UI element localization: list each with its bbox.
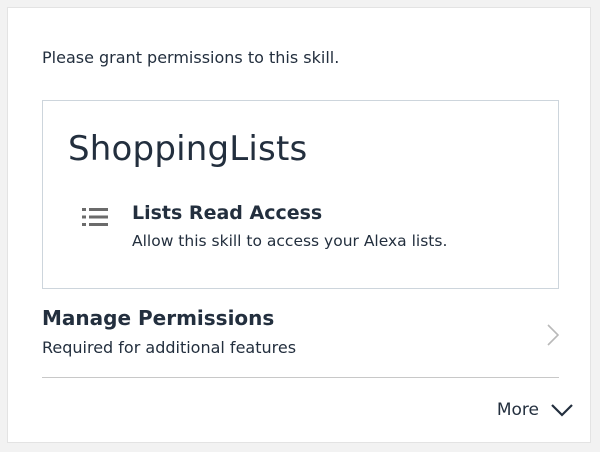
manage-permissions-row[interactable]: Manage Permissions Required for addition… (42, 306, 559, 378)
manage-permissions-title: Manage Permissions (42, 306, 275, 330)
more-label: More (496, 400, 539, 420)
list-icon (82, 208, 108, 226)
permission-prompt: Please grant permissions to this skill. (42, 48, 340, 67)
chevron-down-icon (551, 404, 573, 417)
chevron-right-icon (547, 324, 559, 346)
permission-title: Lists Read Access (132, 202, 323, 224)
manage-permissions-subtitle: Required for additional features (42, 338, 297, 357)
skill-permission-box: ShoppingLists Lists Read Access Allow th… (42, 100, 559, 289)
more-button[interactable]: More (497, 398, 573, 422)
permissions-card: Please grant permissions to this skill. … (7, 7, 591, 443)
skill-name: ShoppingLists (68, 129, 308, 169)
permission-description: Allow this skill to access your Alexa li… (132, 232, 448, 250)
